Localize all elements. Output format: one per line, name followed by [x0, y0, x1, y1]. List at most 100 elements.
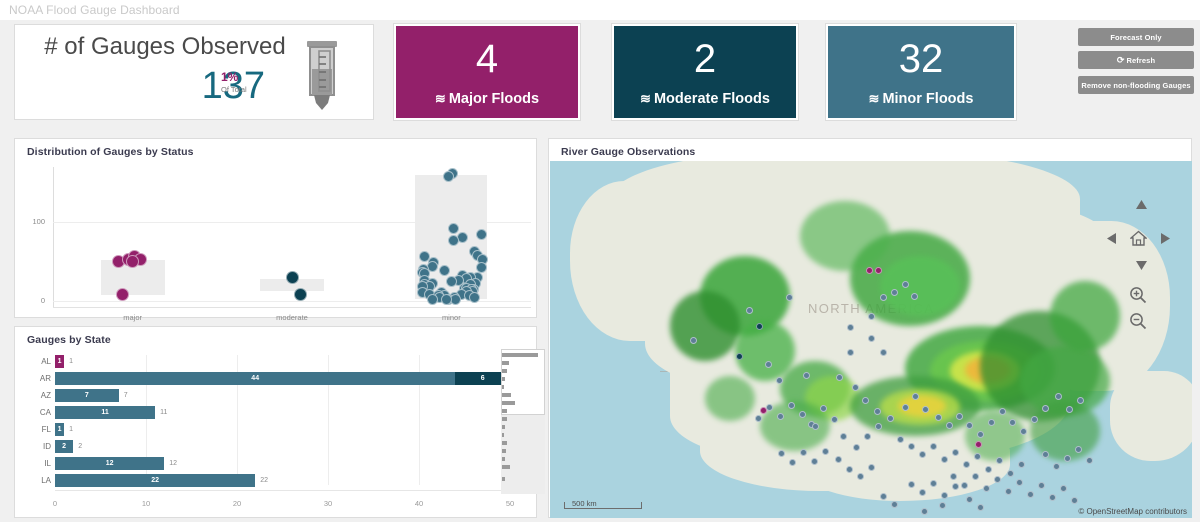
scatter-point[interactable]: [443, 170, 455, 182]
map-gauge-marker-minor[interactable]: [835, 456, 842, 463]
map-gauge-marker-minor[interactable]: [836, 374, 843, 381]
map-gauge-marker-minor[interactable]: [847, 324, 854, 331]
map-gauge-marker-minor[interactable]: [983, 485, 990, 492]
map-gauge-marker-minor[interactable]: [1071, 497, 1078, 504]
map-gauge-marker-minor[interactable]: [778, 450, 785, 457]
map-gauge-marker-minor[interactable]: [864, 433, 871, 440]
forecast-only-button[interactable]: Forecast Only: [1078, 28, 1194, 46]
map-gauge-marker-minor[interactable]: [868, 313, 875, 320]
map-gauge-marker-minor[interactable]: [746, 307, 753, 314]
scatter-point[interactable]: [285, 270, 299, 284]
map-gauge-marker-minor[interactable]: [852, 384, 859, 391]
home-button[interactable]: [1128, 229, 1148, 247]
map-gauge-marker-minor[interactable]: [922, 406, 929, 413]
map-gauge-marker-minor[interactable]: [1038, 482, 1045, 489]
map-gauge-marker-minor[interactable]: [765, 361, 772, 368]
map-gauge-marker-minor[interactable]: [755, 415, 762, 422]
map-gauge-marker-minor[interactable]: [868, 464, 875, 471]
map-gauge-marker-minor[interactable]: [966, 422, 973, 429]
pan-up-button[interactable]: [1133, 197, 1149, 211]
map-gauge-marker-minor[interactable]: [880, 493, 887, 500]
map-gauge-marker-minor[interactable]: [1064, 455, 1071, 462]
map-gauge-marker-minor[interactable]: [1066, 406, 1073, 413]
state-label[interactable]: FL: [29, 425, 51, 434]
kpi-card-moderate-floods[interactable]: 2 ≋ Moderate Floods: [612, 24, 798, 120]
map-gauge-marker-minor[interactable]: [930, 443, 937, 450]
map-gauge-marker-minor[interactable]: [1042, 451, 1049, 458]
scatter-point[interactable]: [445, 276, 457, 288]
kpi-card-minor-floods[interactable]: 32 ≋ Minor Floods: [826, 24, 1016, 120]
map-gauge-marker-major[interactable]: [975, 441, 982, 448]
map-gauge-marker-minor[interactable]: [963, 461, 970, 468]
map-gauge-marker-minor[interactable]: [974, 453, 981, 460]
state-label[interactable]: CA: [29, 408, 51, 417]
map-gauge-marker-minor[interactable]: [941, 456, 948, 463]
kpi-card-major-floods[interactable]: 4 ≋ Major Floods: [394, 24, 580, 120]
map-gauge-marker-major[interactable]: [866, 267, 873, 274]
map-gauge-marker-minor[interactable]: [887, 415, 894, 422]
map-gauge-marker-minor[interactable]: [961, 482, 968, 489]
map-gauge-marker-minor[interactable]: [831, 416, 838, 423]
distribution-plot-area[interactable]: 0 100 major moderate minor: [15, 161, 538, 322]
refresh-button[interactable]: ⟳ Refresh: [1078, 51, 1194, 69]
pan-right-button[interactable]: [1157, 231, 1173, 245]
map-gauge-marker-minor[interactable]: [972, 473, 979, 480]
state-label[interactable]: AR: [29, 374, 51, 383]
map-gauge-marker-minor[interactable]: [902, 281, 909, 288]
map-gauge-marker-minor[interactable]: [939, 502, 946, 509]
map-gauge-marker-minor[interactable]: [911, 293, 918, 300]
map-gauge-marker-minor[interactable]: [880, 349, 887, 356]
map-gauge-marker-minor[interactable]: [811, 458, 818, 465]
map-gauge-marker-minor[interactable]: [994, 476, 1001, 483]
remove-non-flooding-gauges-button[interactable]: Remove non-flooding Gauges: [1078, 76, 1194, 94]
scatter-point[interactable]: [450, 293, 462, 305]
state-bar-plot-area[interactable]: 0 10 20 30 40 50 AL 1 1 AR 44 6 AZ 7 7 CA 11 11 FL 1 1 ID 2 2 IL…: [15, 349, 545, 519]
map-gauge-marker-minor[interactable]: [897, 436, 904, 443]
map-gauge-marker-minor[interactable]: [1020, 428, 1027, 435]
map-gauge-marker-minor[interactable]: [862, 397, 869, 404]
state-label[interactable]: IL: [29, 459, 51, 468]
state-label[interactable]: LA: [29, 476, 51, 485]
map-gauge-marker-minor[interactable]: [950, 473, 957, 480]
map-gauge-marker-minor[interactable]: [996, 457, 1003, 464]
map-gauge-marker-minor[interactable]: [776, 377, 783, 384]
map-gauge-marker-minor[interactable]: [799, 411, 806, 418]
map-gauge-marker-minor[interactable]: [868, 335, 875, 342]
scatter-point[interactable]: [438, 265, 450, 277]
map-gauge-marker-minor[interactable]: [853, 444, 860, 451]
zoom-out-button[interactable]: [1128, 311, 1148, 331]
map-gauge-marker-minor[interactable]: [999, 408, 1006, 415]
map-gauge-marker-minor[interactable]: [919, 489, 926, 496]
map-gauge-marker-minor[interactable]: [977, 504, 984, 511]
map-gauge-marker-minor[interactable]: [800, 449, 807, 456]
map-gauge-marker-minor[interactable]: [857, 473, 864, 480]
scatter-point[interactable]: [293, 287, 307, 301]
map-gauge-marker-minor[interactable]: [1053, 463, 1060, 470]
chart-scroll-minimap-viewport[interactable]: [501, 349, 545, 415]
map-gauge-marker-minor[interactable]: [988, 419, 995, 426]
map-gauge-marker-minor[interactable]: [1075, 446, 1082, 453]
map-gauge-marker-minor[interactable]: [822, 448, 829, 455]
map-gauge-marker-minor[interactable]: [786, 294, 793, 301]
map-gauge-marker-minor[interactable]: [1086, 457, 1093, 464]
map-gauge-marker-minor[interactable]: [985, 466, 992, 473]
map-gauge-marker-minor[interactable]: [1077, 397, 1084, 404]
state-label[interactable]: AZ: [29, 391, 51, 400]
map-gauge-marker-minor[interactable]: [690, 337, 697, 344]
map-gauge-marker-minor[interactable]: [1031, 416, 1038, 423]
map-gauge-marker-minor[interactable]: [891, 289, 898, 296]
map-gauge-marker-moderate[interactable]: [736, 353, 743, 360]
map-gauge-marker-minor[interactable]: [777, 413, 784, 420]
map-gauge-marker-minor[interactable]: [912, 393, 919, 400]
map-gauge-marker-minor[interactable]: [820, 405, 827, 412]
map-gauge-marker-minor[interactable]: [1042, 405, 1049, 412]
map-gauge-marker-minor[interactable]: [891, 501, 898, 508]
map-gauge-marker-minor[interactable]: [930, 480, 937, 487]
map-gauge-marker-minor[interactable]: [921, 508, 928, 515]
map-gauge-marker-minor[interactable]: [847, 349, 854, 356]
map-gauge-marker-minor[interactable]: [1005, 488, 1012, 495]
map-gauge-marker-minor[interactable]: [1027, 491, 1034, 498]
map-gauge-marker-minor[interactable]: [766, 404, 773, 411]
map-gauge-marker-minor[interactable]: [812, 423, 819, 430]
map-gauge-marker-minor[interactable]: [874, 408, 881, 415]
